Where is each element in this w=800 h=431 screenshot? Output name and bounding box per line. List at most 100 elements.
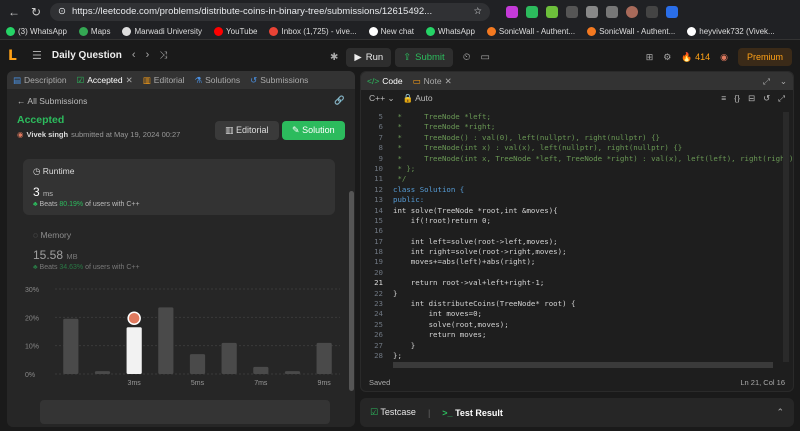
chart-bar[interactable] bbox=[158, 307, 174, 374]
code-line[interactable]: 8 * TreeNode(int x) : val(x), left(nullp… bbox=[361, 143, 781, 153]
run-button[interactable]: ▶ Run bbox=[346, 48, 392, 67]
bookmark-item[interactable]: heyvivek732 (Vivek... bbox=[687, 26, 775, 36]
tab-solutions[interactable]: ⚗ Solutions bbox=[195, 75, 241, 86]
bookmark-item[interactable]: Inbox (1,725) - vive... bbox=[269, 26, 357, 36]
tab-test-result[interactable]: >_ Test Result bbox=[442, 408, 503, 418]
submit-button[interactable]: ⇪ Submit bbox=[395, 48, 453, 67]
scrollbar[interactable] bbox=[783, 112, 789, 362]
chart-bar[interactable] bbox=[316, 342, 332, 374]
avatar[interactable] bbox=[626, 5, 638, 18]
fullscreen-icon[interactable]: ⤢ bbox=[778, 93, 785, 104]
scrollbar[interactable] bbox=[349, 191, 354, 391]
extension-icon[interactable] bbox=[586, 5, 598, 18]
code-editor[interactable]: 5 * TreeNode *left; 6 * TreeNode *right; 7… bbox=[361, 112, 793, 374]
code-line[interactable]: 28}; bbox=[361, 351, 781, 361]
tab-editorial[interactable]: ▥ Editorial bbox=[143, 75, 185, 86]
code-line[interactable]: 20 bbox=[361, 268, 781, 278]
code-line[interactable]: 14 int solve(TreeNode *root,int &moves){ bbox=[361, 206, 781, 216]
runtime-card[interactable]: ◷ Runtime 3 ms ♣ Beats 80.19% of users w… bbox=[23, 159, 335, 215]
code-line[interactable]: 9 * TreeNode(int x, TreeNode *left, Tree… bbox=[361, 154, 793, 164]
close-icon[interactable]: ✕ bbox=[126, 75, 133, 86]
bookmark-item[interactable]: YouTube bbox=[214, 26, 257, 36]
scrollbar[interactable] bbox=[393, 362, 773, 368]
tab-submissions[interactable]: ↺ Submissions bbox=[250, 75, 308, 86]
code-line[interactable]: 27 } bbox=[361, 341, 781, 351]
bookmark-item[interactable]: Maps bbox=[78, 26, 110, 36]
code-line[interactable]: 5 * TreeNode *left; bbox=[361, 112, 781, 122]
extension-icon[interactable] bbox=[566, 5, 578, 18]
extension-icon[interactable] bbox=[526, 5, 538, 18]
code-line[interactable]: 10 * }; bbox=[361, 164, 781, 174]
code-line[interactable]: 6 * TreeNode *right; bbox=[361, 122, 781, 132]
code-line[interactable]: 16 bbox=[361, 226, 781, 236]
timer-icon[interactable]: ⏲ bbox=[463, 52, 471, 63]
site-info-icon[interactable]: ⊙ bbox=[58, 6, 66, 17]
bookmark-item[interactable]: Marwadi University bbox=[122, 26, 202, 36]
copilot-icon[interactable] bbox=[666, 5, 678, 18]
tab-code[interactable]: </> Code bbox=[367, 76, 403, 86]
chart-bar[interactable] bbox=[94, 371, 111, 374]
chart-bar[interactable] bbox=[284, 371, 301, 374]
next-icon[interactable]: › bbox=[146, 49, 150, 61]
close-icon[interactable]: ✕ bbox=[445, 76, 452, 87]
bookmark-item[interactable]: New chat bbox=[368, 26, 414, 36]
solution-button[interactable]: ✎ Solution bbox=[282, 121, 345, 140]
chart-bar[interactable] bbox=[221, 342, 237, 374]
problem-list-icon[interactable]: ☰ bbox=[32, 49, 42, 62]
layout-icon[interactable]: ⊞ bbox=[646, 52, 654, 63]
code-line[interactable]: 23 int distributeCoins(TreeNode* root) { bbox=[361, 299, 781, 309]
format-icon[interactable]: ≡ bbox=[721, 93, 726, 103]
tab-note[interactable]: ▭ Note ✕ bbox=[413, 76, 452, 87]
bookmark-icon[interactable]: ⊟ bbox=[748, 93, 755, 104]
chart-bar-highlighted[interactable] bbox=[126, 327, 142, 374]
code-line[interactable]: 17 int left=solve(root->left,moves); bbox=[361, 237, 781, 247]
expand-icon[interactable]: ⤢ bbox=[763, 76, 770, 87]
bookmark-item[interactable]: (3) WhatsApp bbox=[6, 26, 67, 36]
reload-icon[interactable]: ↻ bbox=[28, 4, 44, 20]
menu-icon[interactable] bbox=[646, 5, 658, 18]
extension-icon[interactable] bbox=[506, 5, 518, 18]
language-select[interactable]: C++ ⌄ bbox=[369, 93, 395, 104]
mode-select[interactable]: 🔒 Auto bbox=[403, 93, 433, 104]
collapse-icon[interactable]: ⌄ bbox=[780, 76, 787, 87]
code-line[interactable]: 12 class Solution { bbox=[361, 185, 781, 195]
back-icon[interactable]: ← bbox=[6, 4, 22, 20]
bookmark-item[interactable]: SonicWall - Authent... bbox=[587, 26, 675, 36]
share-link-icon[interactable]: 🔗 bbox=[334, 95, 345, 106]
chart-bar[interactable] bbox=[253, 366, 269, 374]
puzzle-icon[interactable] bbox=[606, 5, 618, 18]
chart-bar[interactable] bbox=[63, 318, 79, 374]
gear-icon[interactable]: ⚙ bbox=[663, 52, 671, 63]
memory-card[interactable]: ◌ Memory 15.58 MB ♣ Beats 34.63% of user… bbox=[23, 225, 335, 275]
code-line[interactable]: 24 int moves=0; bbox=[361, 309, 781, 319]
notes-icon[interactable]: ▭ bbox=[481, 52, 490, 63]
chart-bar[interactable] bbox=[189, 354, 206, 374]
bookmark-item[interactable]: WhatsApp bbox=[426, 26, 475, 36]
code-line[interactable]: 21 return root->val+left+right-1; bbox=[361, 278, 781, 288]
code-line[interactable]: 11 */ bbox=[361, 174, 781, 184]
shuffle-icon[interactable]: ⤨ bbox=[159, 50, 167, 61]
editorial-button[interactable]: ▥ Editorial bbox=[215, 121, 279, 140]
code-line[interactable]: 7 * TreeNode() : val(0), left(nullptr), … bbox=[361, 133, 781, 143]
leetcode-logo-icon[interactable]: ᒪ bbox=[8, 47, 22, 63]
tab-testcase[interactable]: ☑ Testcase bbox=[370, 407, 416, 418]
extension-icon[interactable] bbox=[546, 5, 558, 18]
code-line[interactable]: 18 int right=solve(root->right,moves); bbox=[361, 247, 781, 257]
prev-icon[interactable]: ‹ bbox=[132, 49, 136, 61]
expand-icon[interactable]: ⌃ bbox=[776, 407, 784, 418]
star-icon[interactable]: ☆ bbox=[473, 6, 482, 17]
code-line[interactable]: 25 solve(root,moves); bbox=[361, 320, 781, 330]
premium-button[interactable]: Premium bbox=[737, 48, 792, 66]
code-line[interactable]: 26 return moves; bbox=[361, 330, 781, 340]
avatar[interactable]: ◉ bbox=[720, 52, 728, 63]
tab-accepted[interactable]: ☑ Accepted ✕ bbox=[77, 75, 133, 86]
bookmark-item[interactable]: SonicWall - Authent... bbox=[486, 26, 575, 36]
code-line[interactable]: 19 moves+=abs(left)+abs(right); bbox=[361, 257, 781, 267]
daily-question-title[interactable]: Daily Question bbox=[52, 50, 122, 61]
address-bar[interactable]: ⊙ https://leetcode.com/problems/distribu… bbox=[50, 2, 490, 21]
debug-icon[interactable]: ✱ bbox=[330, 52, 338, 63]
user-name[interactable]: Vivek singh bbox=[27, 130, 69, 139]
all-submissions-link[interactable]: ← All Submissions bbox=[17, 96, 87, 106]
code-line[interactable]: 13 public: bbox=[361, 195, 781, 205]
reset-icon[interactable]: ↺ bbox=[763, 93, 770, 104]
